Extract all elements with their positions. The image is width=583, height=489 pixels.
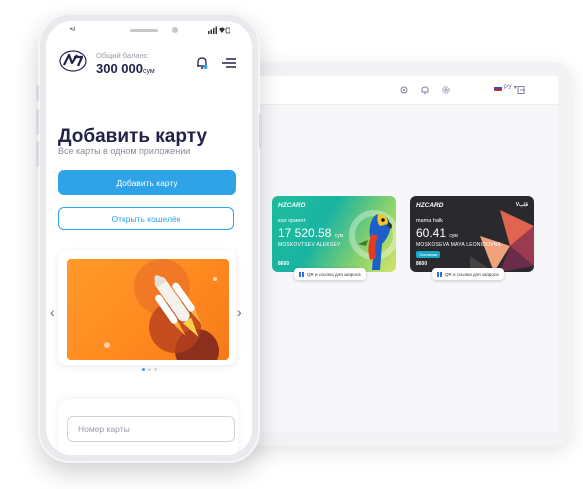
carousel-next-button[interactable]: ›	[237, 304, 242, 320]
card-number: 8600	[416, 261, 428, 267]
carousel-prev-button[interactable]: ‹	[50, 304, 55, 320]
open-wallet-button[interactable]: Открыть кошелёк	[58, 207, 234, 230]
qr-icon	[299, 271, 304, 277]
status-icons	[208, 26, 230, 34]
desktop-screen: РУ ▾ HZCARD кон ориент 17 520.58 сум MOS…	[242, 76, 558, 432]
flag-icon	[494, 84, 502, 91]
promo-slide[interactable]	[67, 259, 229, 360]
card-amount: 17 520.58	[278, 226, 332, 240]
parrot-icon	[349, 210, 396, 270]
card-name: кон ориент	[278, 218, 306, 224]
phone-side-button	[36, 85, 39, 101]
card-currency: сум	[334, 233, 344, 239]
speaker-grille	[130, 29, 158, 32]
gear-icon[interactable]	[441, 85, 451, 95]
page-title: Добавить карту	[58, 126, 208, 147]
card-amount: 60.41	[416, 226, 447, 240]
desktop-device-frame: РУ ▾ HZCARD кон ориент 17 520.58 сум MOS…	[228, 62, 572, 446]
qr-icon	[437, 271, 442, 277]
menu-icon[interactable]	[222, 58, 236, 68]
language-label: РУ	[504, 84, 512, 91]
rocket-illustration-icon	[104, 259, 219, 360]
wallet-card[interactable]: HZCARD Vقلب mama halk 60.41 сум MOSKOSEV…	[410, 196, 534, 272]
phone-side-button	[259, 113, 262, 149]
main-card-badge: Основная	[416, 251, 441, 258]
qr-request-button[interactable]: QR и ссылка для запроса	[294, 268, 366, 280]
status-signal-text: •ıl	[70, 27, 76, 33]
add-card-button[interactable]: Добавить карту	[58, 170, 236, 195]
phone-side-button	[36, 141, 39, 167]
balance-label: Общий баланс:	[96, 51, 150, 60]
settings-icon[interactable]	[399, 85, 409, 95]
wallet-card[interactable]: HZCARD кон ориент 17 520.58 сум MOSKOVTS…	[272, 196, 396, 272]
desktop-topbar: РУ ▾	[242, 76, 558, 105]
status-bar: •ıl	[46, 21, 252, 39]
carousel-dot[interactable]	[154, 368, 157, 371]
card-name: mama halk	[416, 218, 443, 224]
front-camera	[172, 27, 178, 33]
language-selector[interactable]: РУ ▾	[494, 84, 517, 91]
bell-icon[interactable]	[196, 56, 208, 70]
carousel-dot[interactable]	[148, 368, 151, 371]
bell-icon[interactable]	[420, 85, 430, 95]
logout-icon[interactable]	[516, 85, 526, 95]
card-holder: MOSKOSEVA MAYA LEONIDOVNA	[416, 242, 502, 248]
card-holder: MOSKOVTSEV ALEKSEY	[278, 242, 341, 248]
card-balance: 60.41 сум	[416, 226, 458, 240]
card-brand: HZCARD	[416, 202, 444, 209]
phone-side-button	[36, 109, 39, 135]
app-logo-icon	[59, 50, 87, 72]
qr-request-button[interactable]: QR и ссылка для запроса	[432, 268, 504, 280]
balance-amount: 300 000сум	[96, 61, 155, 76]
qr-label: QR и ссылка для запроса	[307, 271, 361, 277]
card-number-input[interactable]	[67, 416, 235, 442]
carousel-dot[interactable]	[142, 368, 145, 371]
qr-label: QR и ссылка для запроса	[445, 271, 499, 277]
card-brand: HZCARD	[278, 202, 306, 209]
balance-currency: сум	[143, 68, 155, 75]
card-number: 8600	[278, 261, 290, 267]
card-balance: 17 520.58 сум	[278, 226, 343, 240]
phone-device-frame: •ıl Общий баланс: 300 000сум Добавить ка…	[36, 13, 262, 463]
app-header: Общий баланс: 300 000сум	[46, 43, 252, 83]
page-subtitle: Все карты в одном приложении	[58, 146, 191, 156]
carousel-dots	[142, 368, 157, 371]
triangles-pattern-icon	[470, 210, 534, 272]
phone-screen: •ıl Общий баланс: 300 000сум Добавить ка…	[46, 21, 252, 455]
card-currency: сум	[449, 233, 458, 239]
balance-value: 300 000	[96, 61, 143, 76]
